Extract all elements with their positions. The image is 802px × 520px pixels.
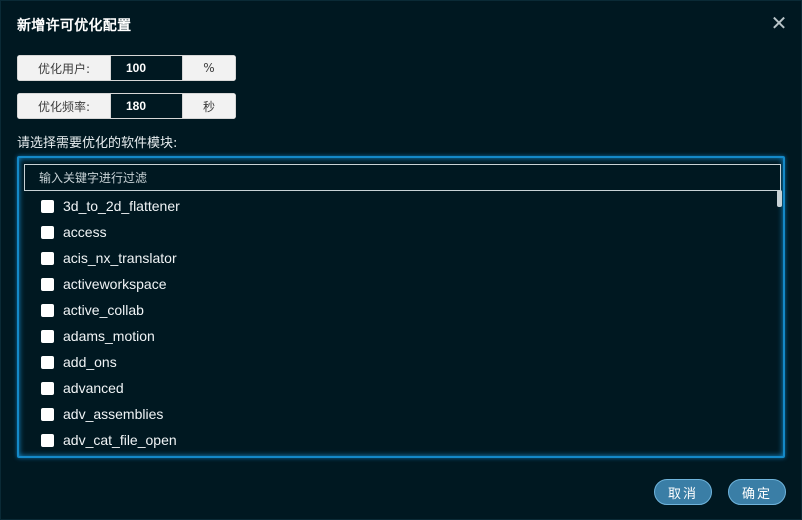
close-icon[interactable]: ✕ — [769, 13, 789, 33]
module-item-label: active_collab — [63, 302, 144, 318]
module-filter-input[interactable] — [24, 164, 781, 191]
license-optimization-dialog: 新增许可优化配置 ✕ 优化用户: % 优化频率: 秒 请选择需要优化的软件模块:… — [0, 0, 802, 520]
optimize-frequency-label: 优化频率: — [17, 93, 110, 119]
module-item-label: activeworkspace — [63, 276, 167, 292]
module-list-item[interactable]: access — [41, 222, 107, 242]
module-item-label: adv_cat_file_open — [63, 432, 177, 448]
dialog-title: 新增许可优化配置 — [17, 18, 132, 34]
optimize-frequency-input[interactable] — [110, 93, 183, 119]
module-checkbox[interactable] — [41, 407, 54, 421]
module-list-item[interactable]: adv_cat_file_open — [41, 430, 177, 450]
ok-button[interactable]: 确定 — [728, 479, 786, 505]
module-checkbox[interactable] — [41, 381, 54, 395]
module-list-item[interactable]: 3d_to_2d_flattener — [41, 196, 180, 216]
module-list-item[interactable]: adams_motion — [41, 326, 155, 346]
optimize-frequency-field: 优化频率: 秒 — [17, 93, 236, 119]
module-panel: 3d_to_2d_flatteneraccess acis_nx_translat… — [17, 156, 785, 458]
module-checkbox[interactable] — [41, 303, 54, 317]
cancel-button[interactable]: 取消 — [654, 479, 712, 505]
module-list-item[interactable]: activeworkspace — [41, 274, 167, 294]
module-checkbox[interactable] — [41, 225, 54, 239]
module-checkbox[interactable] — [41, 329, 54, 343]
module-item-label: add_ons — [63, 354, 117, 370]
optimize-users-unit: % — [183, 55, 236, 81]
optimize-users-field: 优化用户: % — [17, 55, 236, 81]
module-checkbox[interactable] — [41, 433, 54, 447]
module-item-label: acis_nx_translator — [63, 250, 177, 266]
module-item-label: 3d_to_2d_flattener — [63, 198, 180, 214]
module-item-label: adv_assemblies — [63, 406, 164, 422]
module-list-item[interactable]: active_collab — [41, 300, 144, 320]
module-checkbox[interactable] — [41, 251, 54, 265]
module-checkbox[interactable] — [41, 277, 54, 291]
module-section-label: 请选择需要优化的软件模块: — [17, 136, 178, 151]
optimize-frequency-unit: 秒 — [183, 93, 236, 119]
module-list-item[interactable]: add_ons — [41, 352, 117, 372]
module-list-item[interactable]: acis_nx_translator — [41, 248, 177, 268]
optimize-users-label: 优化用户: — [17, 55, 110, 81]
module-list[interactable]: 3d_to_2d_flatteneraccess acis_nx_translat… — [19, 192, 779, 456]
module-list-scrollbar[interactable] — [777, 190, 782, 207]
module-list-item[interactable]: adv_assemblies — [41, 404, 163, 424]
module-checkbox[interactable] — [41, 355, 54, 369]
optimize-users-input[interactable] — [110, 55, 183, 81]
module-item-label: access — [63, 224, 107, 240]
module-checkbox[interactable] — [41, 199, 54, 213]
module-item-label: advanced — [63, 380, 124, 396]
module-list-item[interactable]: advanced — [41, 378, 124, 398]
module-item-label: adams_motion — [63, 328, 155, 344]
